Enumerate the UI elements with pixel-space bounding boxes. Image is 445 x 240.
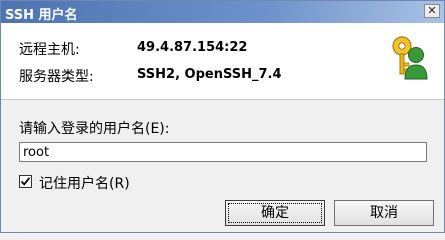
remember-username-label[interactable]: 记住用户名(R) — [39, 173, 130, 193]
remember-username-checkbox[interactable] — [19, 175, 32, 188]
username-input[interactable] — [19, 142, 427, 162]
ok-button[interactable]: 确定 — [225, 200, 325, 226]
server-type-label: 服务器类型: — [19, 69, 94, 85]
cancel-button[interactable]: 取消 — [334, 200, 434, 226]
keys-icon — [388, 35, 428, 81]
remote-host-value: 49.4.87.154:22 — [137, 40, 248, 55]
title-bar[interactable]: SSH 用户名 ✕ — [1, 1, 444, 23]
remote-host-label: 远程主机: — [19, 42, 80, 58]
server-type-value: SSH2, OpenSSH_7.4 — [137, 67, 282, 82]
separator — [1, 99, 444, 100]
connection-info-panel: 远程主机: 49.4.87.154:22 服务器类型: SSH2, OpenSS… — [1, 23, 444, 99]
ssh-username-dialog: SSH 用户名 ✕ 远程主机: 49.4.87.154:22 服务器类型: SS… — [0, 0, 445, 233]
dialog-title: SSH 用户名 — [5, 8, 78, 23]
checkmark-icon — [20, 177, 31, 186]
username-prompt-label: 请输入登录的用户名(E): — [19, 121, 170, 137]
close-button[interactable]: ✕ — [424, 4, 440, 18]
